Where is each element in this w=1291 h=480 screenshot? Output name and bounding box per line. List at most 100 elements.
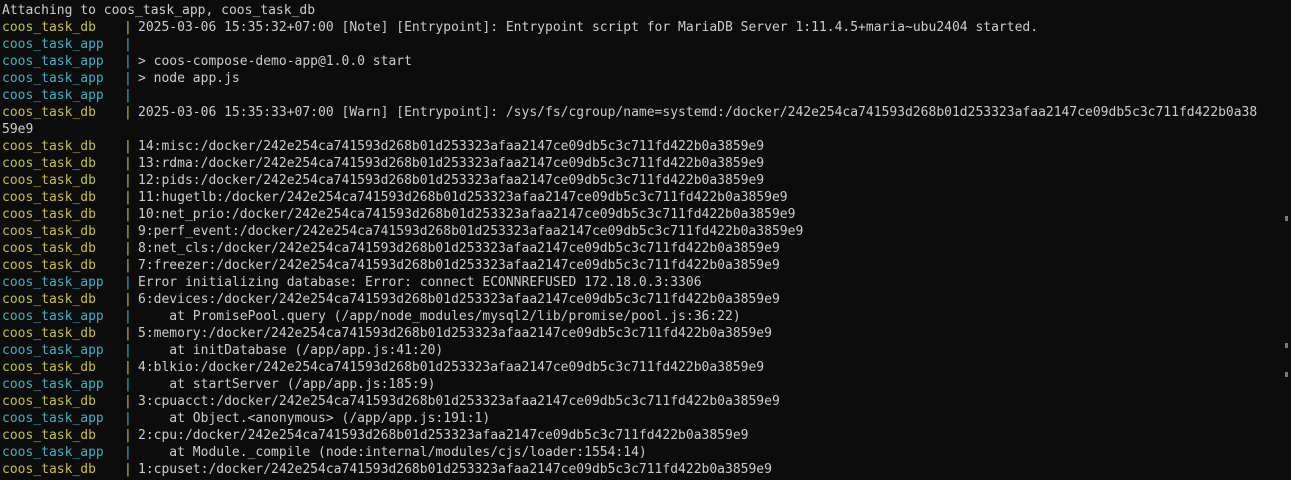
log-separator: | [124,20,132,35]
service-name: coos_task_db [2,190,96,205]
log-line: coos_task_app | at Object.<anonymous> (/a… [2,410,1291,427]
log-line: coos_task_db | 11:hugetlb:/docker/242e254c… [2,189,1291,206]
log-message: 13:rdma:/docker/242e254ca741593d268b01d2… [138,156,765,171]
terminal-window[interactable]: Attaching to coos_task_app, coos_task_db… [0,0,1291,480]
service-name: coos_task_app [2,377,104,392]
log-separator: | [124,377,132,392]
scrollbar-marker[interactable] [1285,372,1288,377]
log-line: coos_task_db | 7:freezer:/docker/242e254ca… [2,257,1291,274]
log-separator: | [124,326,132,341]
log-message: > coos-compose-demo-app@1.0.0 start [138,54,412,69]
log-message: 3:cpuacct:/docker/242e254ca741593d268b01… [138,394,780,409]
log-separator: | [124,343,132,358]
log-message: 2:cpu:/docker/242e254ca741593d268b01d253… [138,428,749,443]
service-name: coos_task_db [2,156,96,171]
log-message: 1:cpuset:/docker/242e254ca741593d268b01d… [138,462,772,477]
service-name: coos_task_db [2,292,96,307]
log-separator: | [124,394,132,409]
log-line: coos_task_db | 13:rdma:/docker/242e254ca74… [2,155,1291,172]
scrollbar-marker[interactable] [1285,343,1288,348]
log-separator: | [124,190,132,205]
log-separator: | [124,428,132,443]
log-line: coos_task_app | [2,36,1291,53]
log-message: at startServer (/app/app.js:185:9) [138,377,436,392]
log-line: coos_task_db | 3:cpuacct:/docker/242e254ca… [2,393,1291,410]
service-name: coos_task_app [2,411,104,426]
service-name: coos_task_app [2,309,104,324]
log-separator: | [124,309,132,324]
log-line: coos_task_app | [2,87,1291,104]
log-line: coos_task_db | 4:blkio:/docker/242e254ca74… [2,359,1291,376]
log-message: Error initializing database: Error: conn… [138,275,702,290]
log-separator: | [124,71,132,86]
log-message: 12:pids:/docker/242e254ca741593d268b01d2… [138,173,765,188]
log-line: coos_task_app | Error initializing databas… [2,274,1291,291]
service-name: coos_task_app [2,54,104,69]
log-line: coos_task_app | at startServer (/app/app.… [2,376,1291,393]
log-line: coos_task_db | 10:net_prio:/docker/242e254… [2,206,1291,223]
log-message: 14:misc:/docker/242e254ca741593d268b01d2… [138,139,765,154]
service-name: coos_task_db [2,241,96,256]
log-line: coos_task_db | 2:cpu:/docker/242e254ca7415… [2,427,1291,444]
log-separator: | [124,173,132,188]
log-message: at Module._compile (node:internal/module… [138,445,647,460]
service-name: coos_task_db [2,326,96,341]
service-name: coos_task_app [2,445,104,460]
log-separator: | [124,105,132,120]
log-message: at initDatabase (/app/app.js:41:20) [138,343,444,358]
log-line: coos_task_app | at Module._compile (node:… [2,444,1291,461]
service-name: coos_task_db [2,428,96,443]
log-separator: | [124,292,132,307]
log-message: > node app.js [138,71,240,86]
log-message: 7:freezer:/docker/242e254ca741593d268b01… [138,258,780,273]
log-message: 9:perf_event:/docker/242e254ca741593d268… [138,224,804,239]
log-line: coos_task_app | > node app.js [2,70,1291,87]
service-name: coos_task_db [2,207,96,222]
service-name: coos_task_db [2,462,96,477]
service-name: coos_task_db [2,258,96,273]
log-message: 2025-03-06 15:35:33+07:00 [Warn] [Entryp… [138,105,1258,120]
log-message: 5:memory:/docker/242e254ca741593d268b01d… [138,326,772,341]
log-line: coos_task_app | at PromisePool.query (/ap… [2,308,1291,325]
attach-message: Attaching to coos_task_app, coos_task_db [2,3,316,18]
log-separator: | [124,224,132,239]
log-line: coos_task_db | 14:misc:/docker/242e254ca74… [2,138,1291,155]
log-line-continuation: 59e9 [2,122,34,137]
log-line: coos_task_db | 2025-03-06 15:35:32+07:00 [… [2,19,1291,36]
log-message: 11:hugetlb:/docker/242e254ca741593d268b0… [138,190,788,205]
service-name: coos_task_app [2,275,104,290]
log-message: at Object.<anonymous> (/app/app.js:191:1… [138,411,491,426]
log-message: 4:blkio:/docker/242e254ca741593d268b01d2… [138,360,765,375]
log-line: coos_task_app | > coos-compose-demo-app@1.… [2,53,1291,70]
log-line: coos_task_app | at initDatabase (/app/app… [2,342,1291,359]
log-separator: | [124,37,132,52]
log-separator: | [124,156,132,171]
log-message: 2025-03-06 15:35:32+07:00 [Note] [Entryp… [138,20,1039,35]
log-separator: | [124,88,132,103]
scrollbar-marker[interactable] [1285,216,1288,221]
log-message: 6:devices:/docker/242e254ca741593d268b01… [138,292,780,307]
log-separator: | [124,207,132,222]
service-name: coos_task_db [2,224,96,239]
service-name: coos_task_db [2,173,96,188]
log-separator: | [124,258,132,273]
log-separator: | [124,241,132,256]
log-line: coos_task_db | 9:perf_event:/docker/242e25… [2,223,1291,240]
service-name: coos_task_db [2,20,96,35]
log-separator: | [124,462,132,477]
log-line: coos_task_db | 12:pids:/docker/242e254ca74… [2,172,1291,189]
log-separator: | [124,360,132,375]
service-name: coos_task_app [2,37,104,52]
log-separator: | [124,54,132,69]
service-name: coos_task_app [2,71,104,86]
service-name: coos_task_app [2,343,104,358]
log-message: 10:net_prio:/docker/242e254ca741593d268b… [138,207,796,222]
log-line: coos_task_db | 6:devices:/docker/242e254ca… [2,291,1291,308]
service-name: coos_task_app [2,88,104,103]
log-separator: | [124,445,132,460]
log-message: at PromisePool.query (/app/node_modules/… [138,309,741,324]
service-name: coos_task_db [2,394,96,409]
log-line: coos_task_db | 1:cpuset:/docker/242e254ca7… [2,461,1291,478]
service-name: coos_task_db [2,139,96,154]
log-separator: | [124,139,132,154]
